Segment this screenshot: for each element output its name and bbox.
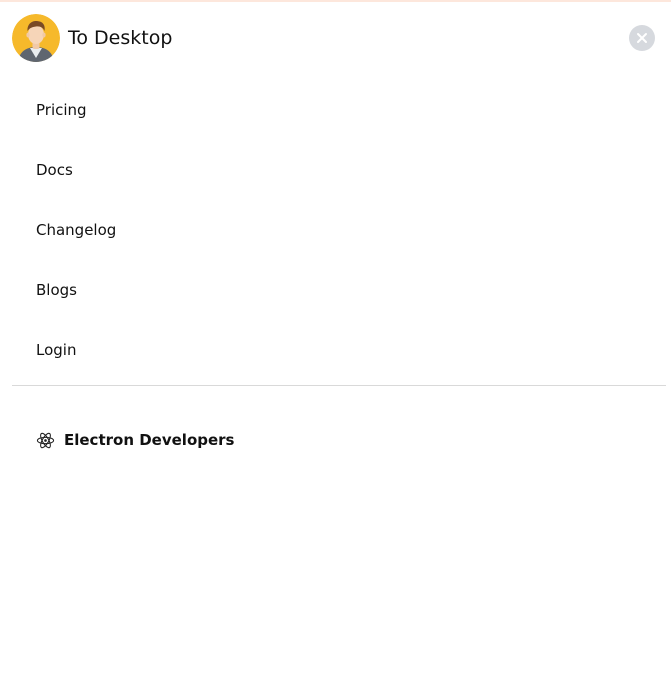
menu-divider [12, 385, 666, 386]
mobile-nav-menu: Pricing Docs Changelog Blogs Login [36, 80, 116, 380]
nav-item-docs[interactable]: Docs [36, 140, 116, 200]
nav-item-blogs[interactable]: Blogs [36, 260, 116, 320]
header: To Desktop [12, 14, 172, 62]
close-button[interactable] [629, 25, 655, 51]
brand-title[interactable]: To Desktop [68, 27, 172, 49]
electron-developers-link[interactable]: Electron Developers [36, 428, 235, 452]
electron-developers-label: Electron Developers [64, 431, 235, 449]
nav-item-pricing[interactable]: Pricing [36, 80, 116, 140]
close-icon [637, 33, 647, 43]
top-accent-bar [0, 0, 671, 2]
nav-item-login[interactable]: Login [36, 320, 116, 380]
user-avatar-icon[interactable] [12, 14, 60, 62]
nav-item-changelog[interactable]: Changelog [36, 200, 116, 260]
electron-atom-icon [36, 432, 55, 448]
